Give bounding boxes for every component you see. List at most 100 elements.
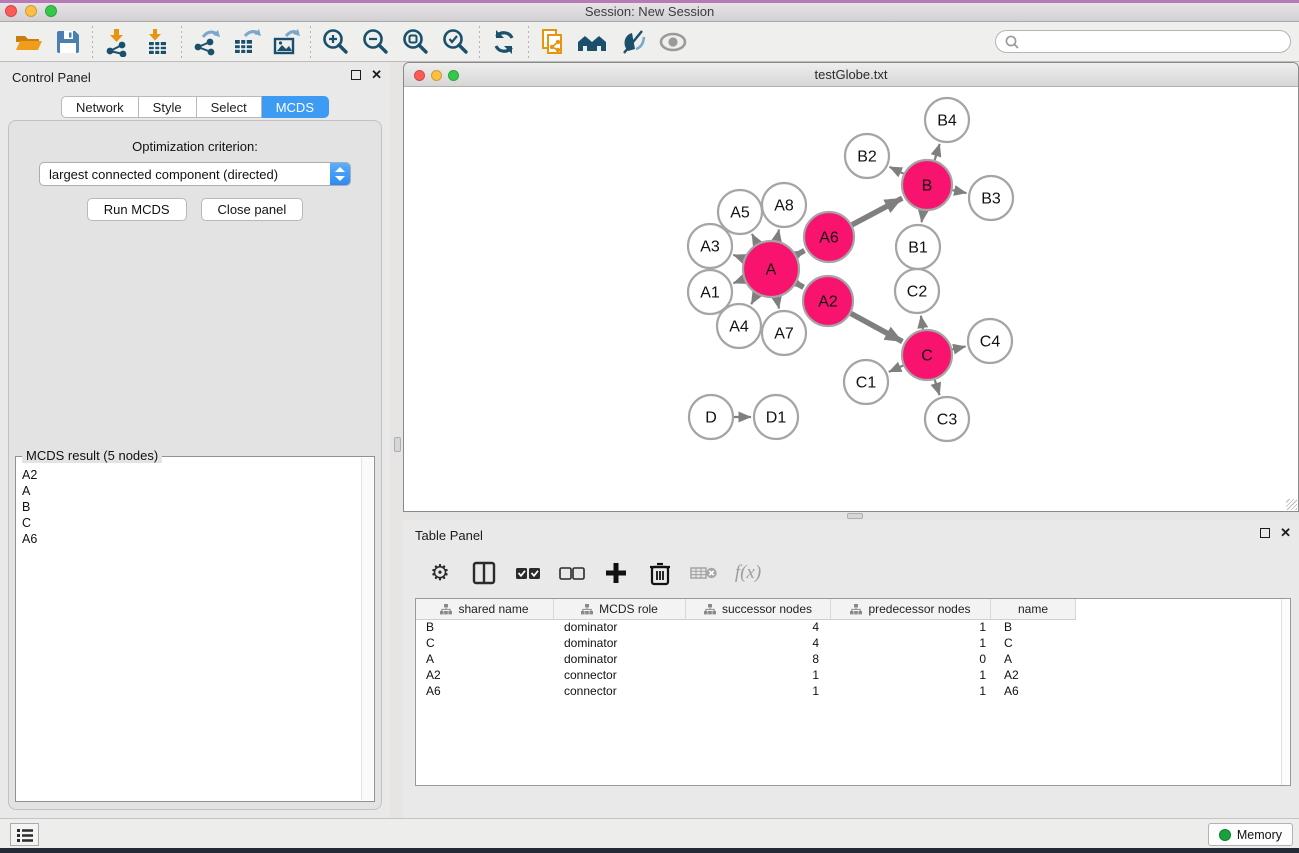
ndex-home-button[interactable] [573, 25, 613, 59]
tab-style[interactable]: Style [139, 96, 197, 118]
apply-layout-button[interactable] [484, 25, 524, 59]
open-session-button[interactable] [8, 25, 48, 59]
save-session-button[interactable] [48, 25, 88, 59]
graph-edge-A-A2[interactable] [796, 283, 803, 287]
float-panel-icon[interactable] [351, 70, 361, 80]
mcds-result-list[interactable]: A2ABCA6 [18, 467, 360, 799]
vertical-splitter-handle[interactable] [394, 437, 401, 452]
close-panel-icon[interactable]: ✕ [371, 70, 382, 80]
delete-column-button[interactable] [689, 558, 719, 588]
graph-node-C4[interactable]: C4 [968, 319, 1012, 363]
graph-node-C2[interactable]: C2 [895, 269, 939, 313]
node-table[interactable]: shared nameMCDS rolesuccessor nodesprede… [415, 598, 1291, 786]
close-table-panel-icon[interactable]: ✕ [1280, 528, 1291, 538]
graph-node-C3[interactable]: C3 [925, 397, 969, 441]
run-mcds-button[interactable]: Run MCDS [87, 198, 187, 221]
column-header-shared-name[interactable]: shared name [416, 599, 554, 620]
graph-node-B3[interactable]: B3 [969, 176, 1013, 220]
graph-node-B4[interactable]: B4 [925, 98, 969, 142]
export-table-button[interactable] [226, 25, 266, 59]
graph-node-A7[interactable]: A7 [762, 311, 806, 355]
column-header-successor-nodes[interactable]: successor nodes [686, 599, 831, 620]
toggle-annotations-button[interactable] [613, 25, 653, 59]
table-row[interactable]: Cdominator41C [416, 636, 1290, 652]
graph-node-A2[interactable]: A2 [803, 276, 853, 326]
export-network-button[interactable] [186, 25, 226, 59]
zoom-in-button[interactable] [315, 25, 355, 59]
search-field[interactable] [995, 30, 1291, 53]
import-table-button[interactable] [137, 25, 177, 59]
graph-edge-C-C2[interactable] [921, 316, 923, 330]
graph-node-C[interactable]: C [902, 330, 952, 380]
task-history-button[interactable] [10, 823, 39, 846]
graph-edge-C-C1[interactable] [889, 366, 903, 372]
graph-edge-A-A4[interactable] [751, 294, 757, 304]
column-settings-button[interactable]: ⚙ [425, 558, 455, 588]
network-canvas[interactable]: B4B2BB3A8A5A6A3B1AC2A1A2A4A7C4CC1C3DD1 [405, 88, 1297, 510]
graph-node-D[interactable]: D [689, 395, 733, 439]
horizontal-splitter[interactable] [403, 512, 1299, 520]
graph-node-A5[interactable]: A5 [718, 190, 762, 234]
search-input[interactable] [1020, 35, 1282, 49]
float-table-panel-icon[interactable] [1260, 528, 1270, 538]
zoom-selected-button[interactable] [435, 25, 475, 59]
table-row[interactable]: Adominator80A [416, 652, 1290, 668]
table-scrollbar[interactable] [1281, 599, 1290, 785]
graph-edge-B-B4[interactable] [935, 144, 940, 160]
graph-edge-A-A7[interactable] [777, 297, 779, 308]
memory-button[interactable]: Memory [1208, 823, 1293, 846]
table-row[interactable]: A6connector11A6 [416, 684, 1290, 700]
horizontal-splitter-handle[interactable] [847, 513, 863, 519]
deselect-all-rows-button[interactable] [557, 558, 587, 588]
delete-row-button[interactable] [645, 558, 675, 588]
show-columns-button[interactable] [469, 558, 499, 588]
close-panel-button[interactable]: Close panel [201, 198, 304, 221]
graph-edge-A-A8[interactable] [777, 229, 779, 240]
graph-edge-B-B3[interactable] [952, 190, 966, 193]
graph-node-B[interactable]: B [902, 160, 952, 210]
tab-mcds[interactable]: MCDS [262, 96, 329, 118]
graph-edge-B-B2[interactable] [890, 167, 904, 174]
result-item[interactable]: A6 [22, 531, 360, 547]
graph-node-B1[interactable]: B1 [896, 225, 940, 269]
zoom-out-button[interactable] [355, 25, 395, 59]
select-all-rows-button[interactable] [513, 558, 543, 588]
table-row[interactable]: Bdominator41B [416, 620, 1290, 636]
graph-edge-C-C3[interactable] [935, 380, 940, 395]
graph-node-B2[interactable]: B2 [845, 134, 889, 178]
graph-edge-C-C4[interactable] [952, 346, 965, 349]
tab-select[interactable]: Select [197, 96, 262, 118]
open-in-cyndex-button[interactable] [533, 25, 573, 59]
column-header-MCDS-role[interactable]: MCDS role [554, 599, 686, 620]
result-item[interactable]: A2 [22, 467, 360, 483]
result-item[interactable]: B [22, 499, 360, 515]
zoom-fit-button[interactable] [395, 25, 435, 59]
graph-node-D1[interactable]: D1 [754, 395, 798, 439]
graph-node-A[interactable]: A [743, 241, 799, 297]
network-canvas-svg[interactable]: B4B2BB3A8A5A6A3B1AC2A1A2A4A7C4CC1C3DD1 [405, 88, 1297, 510]
graph-edge-A6-B[interactable] [852, 198, 902, 225]
result-item[interactable]: A [22, 483, 360, 499]
graph-node-A8[interactable]: A8 [762, 183, 806, 227]
tab-network[interactable]: Network [61, 96, 139, 118]
graph-edge-A-A6[interactable] [796, 251, 804, 255]
graph-edge-A2-C[interactable] [851, 313, 903, 341]
function-builder-button[interactable]: f(x) [733, 558, 763, 588]
table-row[interactable]: A2connector11A2 [416, 668, 1290, 684]
graph-edge-A-A5[interactable] [752, 234, 757, 244]
graph-edge-A-A1[interactable] [733, 279, 743, 283]
graphics-details-button[interactable] [653, 25, 693, 59]
graph-node-A4[interactable]: A4 [717, 304, 761, 348]
column-header-name[interactable]: name [991, 599, 1076, 620]
add-row-button[interactable] [601, 558, 631, 588]
resize-grip-icon[interactable] [1286, 499, 1297, 510]
column-header-predecessor-nodes[interactable]: predecessor nodes [831, 599, 991, 620]
result-item[interactable]: C [22, 515, 360, 531]
graph-node-A3[interactable]: A3 [688, 224, 732, 268]
graph-edge-B-B1[interactable] [922, 211, 924, 223]
import-network-button[interactable] [97, 25, 137, 59]
graph-edge-A-A3[interactable] [733, 255, 743, 259]
criterion-dropdown[interactable]: largest connected component (directed) [39, 162, 351, 186]
graph-node-C1[interactable]: C1 [844, 360, 888, 404]
export-image-button[interactable] [266, 25, 306, 59]
